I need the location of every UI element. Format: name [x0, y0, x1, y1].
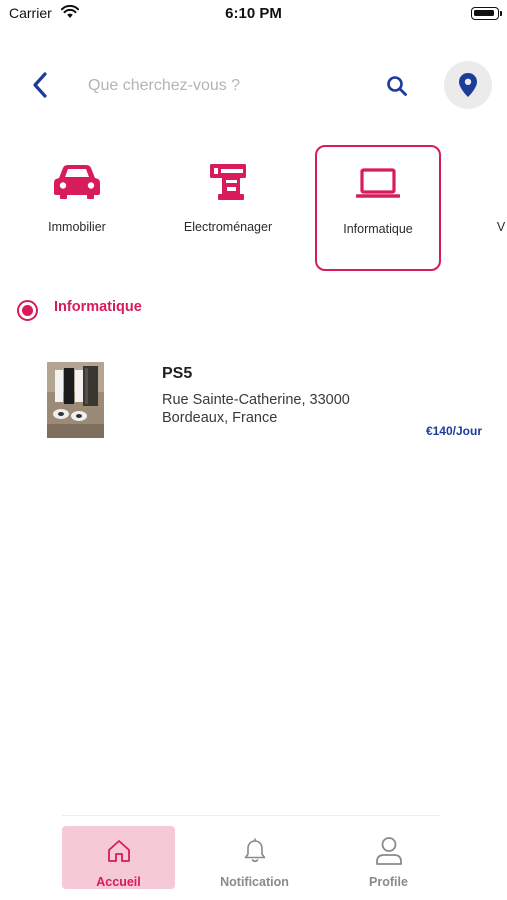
search-icon: [387, 76, 407, 96]
bell-icon: [198, 836, 311, 866]
chevron-left-icon: [33, 72, 47, 98]
search-button[interactable]: [381, 70, 413, 102]
clock: 6:10 PM: [225, 5, 282, 22]
listing-image: [47, 362, 104, 438]
home-icon: [62, 836, 175, 866]
section-title: Informatique: [54, 299, 142, 315]
user-icon: [332, 836, 445, 866]
category-label: Informatique: [343, 222, 413, 236]
category-label: V: [496, 220, 506, 234]
nav-label: Profile: [369, 875, 408, 889]
category-electromenager[interactable]: Electroménager: [165, 145, 291, 271]
appliance-icon: [165, 161, 291, 203]
search-input[interactable]: [80, 70, 370, 102]
category-label: Immobilier: [48, 220, 106, 234]
nav-item-profile[interactable]: Profile: [332, 826, 445, 889]
listing-price: €140/Jour: [425, 424, 482, 438]
laptop-icon: [317, 163, 439, 205]
category-label: Electroménager: [183, 220, 273, 234]
category-partial[interactable]: V: [438, 145, 507, 271]
screen: Carrier 6:10 PM Que cherchez-vous ? Immo…: [0, 0, 507, 900]
status-bar: Carrier 6:10 PM: [0, 0, 507, 30]
battery-icon: [471, 7, 502, 20]
nav-label: Notification: [220, 875, 289, 889]
listing-item[interactable]: PS5 Rue Sainte-Catherine, 33000 Bordeaux…: [0, 358, 507, 444]
nav-item-notification[interactable]: Notification: [198, 826, 311, 889]
listing-address: Rue Sainte-Catherine, 33000 Bordeaux, Fr…: [162, 392, 350, 426]
bottom-nav: Accueil Notification Profile: [62, 826, 442, 890]
category-informatique[interactable]: Informatique: [315, 145, 441, 271]
nav-label: Accueil: [96, 875, 141, 889]
nav-divider: [62, 815, 440, 816]
location-button[interactable]: [444, 61, 492, 109]
nav-item-accueil[interactable]: Accueil: [62, 826, 175, 889]
category-list: Immobilier Electroménager Informatique V: [0, 145, 507, 271]
listing-title: PS5: [162, 365, 193, 382]
back-button[interactable]: [26, 70, 54, 100]
category-immobilier[interactable]: Immobilier: [14, 145, 140, 271]
car-icon: [14, 161, 140, 203]
map-pin-icon: [459, 73, 477, 97]
section-radio-dot: [17, 300, 38, 321]
